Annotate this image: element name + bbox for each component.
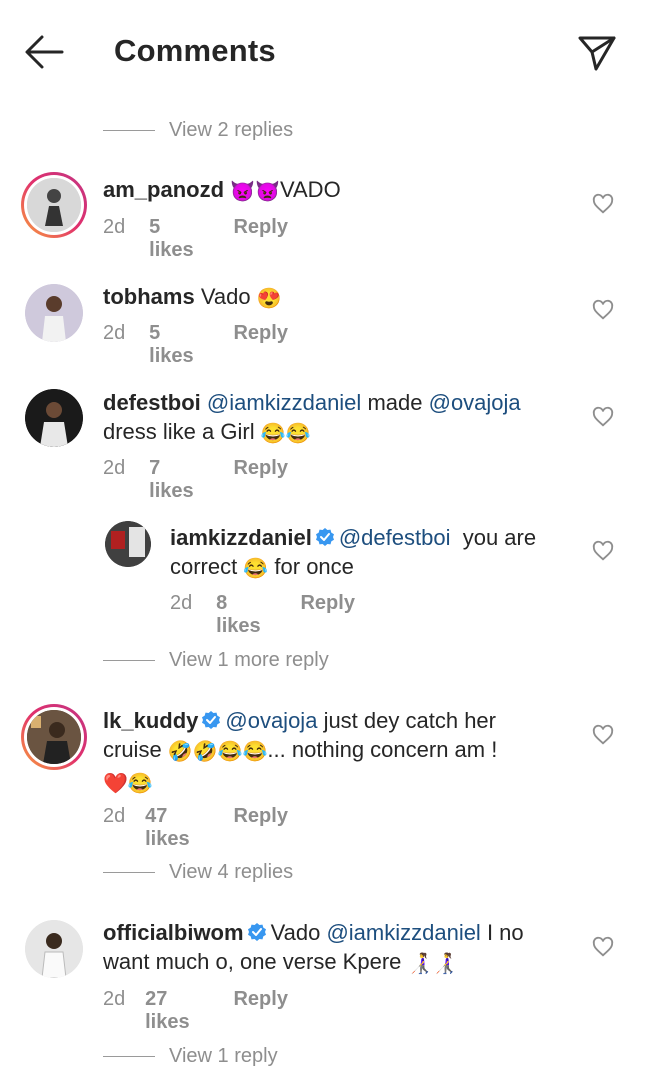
comment-text: defestboi @iamkizzdaniel made @ovajoja d… xyxy=(103,388,578,449)
heart-icon[interactable] xyxy=(592,193,614,215)
comment-meta: 2d 47 likes Reply xyxy=(103,805,288,851)
comment-text: tobhams Vado 😍 xyxy=(103,282,573,314)
comment-emoji: ❤️😂 xyxy=(103,773,153,795)
view-replies-label[interactable]: View 1 reply xyxy=(169,1045,278,1068)
comment-username[interactable]: lk_kuddy xyxy=(103,708,198,733)
comment-meta: 2d 8 likes Reply xyxy=(170,592,355,638)
reply-button[interactable]: Reply xyxy=(233,457,287,503)
divider-line xyxy=(103,1055,155,1057)
comment-emoji: 😂😂 xyxy=(260,423,311,445)
comment-username[interactable]: iamkizzdaniel xyxy=(170,525,312,550)
comment-time: 2d xyxy=(103,457,126,479)
comment-body: Vado xyxy=(270,920,321,945)
comment-emoji: 😂 xyxy=(243,558,269,580)
verified-badge-icon xyxy=(315,525,335,546)
comment-emoji: 👿👿 xyxy=(230,181,280,203)
comment-likes[interactable]: 7 likes xyxy=(149,457,201,503)
view-replies-label[interactable]: View 4 replies xyxy=(169,861,293,884)
comment-text: iamkizzdaniel @defestboi you are correct … xyxy=(170,523,580,584)
view-replies[interactable]: View 1 reply xyxy=(103,1041,278,1071)
comment-emoji: 🤣🤣😂😂 xyxy=(167,741,268,763)
comment-username[interactable]: officialbiwom xyxy=(103,920,244,945)
comment-time: 2d xyxy=(103,216,126,238)
comment-time: 2d xyxy=(170,592,193,614)
comment-meta: 2d 5 likes Reply xyxy=(103,322,288,368)
view-replies[interactable]: View 2 replies xyxy=(103,115,293,145)
comment-body: just dey catch her xyxy=(323,708,496,733)
reply-button[interactable]: Reply xyxy=(233,988,287,1034)
comment-text: am_panozd 👿👿VADO xyxy=(103,175,573,207)
avatar[interactable] xyxy=(21,704,87,770)
comment-body: made xyxy=(367,390,423,415)
view-replies[interactable]: View 4 replies xyxy=(103,857,293,887)
divider-line xyxy=(103,129,155,131)
mention-link[interactable]: @ovajoja xyxy=(429,390,521,415)
mention-link[interactable]: @ovajoja xyxy=(225,708,317,733)
verified-badge-icon xyxy=(247,920,267,941)
comment-meta: 2d 27 likes Reply xyxy=(103,988,288,1034)
comment-time: 2d xyxy=(103,805,126,827)
comment-emoji: 👩‍🦯👩‍🦯 xyxy=(407,953,458,975)
comment-username[interactable]: tobhams xyxy=(103,284,195,309)
comment-body-continued: dress like a Girl xyxy=(103,419,255,444)
comment-body: you are xyxy=(462,525,537,550)
avatar[interactable] xyxy=(25,284,83,342)
heart-icon[interactable] xyxy=(592,406,614,428)
comment-likes[interactable]: 5 likes xyxy=(149,216,201,262)
back-arrow-icon[interactable] xyxy=(22,33,66,73)
comment-body-continued: cruise xyxy=(103,737,162,762)
comment-body-continued: correct xyxy=(170,554,238,579)
comment-body: Vado xyxy=(200,284,251,309)
comment-likes[interactable]: 8 likes xyxy=(216,592,268,638)
reply-button[interactable]: Reply xyxy=(233,322,287,368)
comment-username[interactable]: defestboi xyxy=(103,390,201,415)
heart-icon[interactable] xyxy=(592,724,614,746)
view-replies-label[interactable]: View 2 replies xyxy=(169,119,293,142)
avatar[interactable] xyxy=(105,521,151,567)
comment-body-continued: I no xyxy=(486,920,524,945)
comment-text: officialbiwom Vado @iamkizzdaniel I no wa… xyxy=(103,918,578,979)
comment-body-end: ... nothing concern am ! xyxy=(267,737,498,762)
comment-meta: 2d 5 likes Reply xyxy=(103,216,288,262)
mention-link[interactable]: @iamkizzdaniel xyxy=(326,920,480,945)
view-replies-label[interactable]: View 1 more reply xyxy=(169,649,329,672)
comment-likes[interactable]: 27 likes xyxy=(145,988,201,1034)
divider-line xyxy=(103,871,155,873)
comment-emoji: 😍 xyxy=(256,288,282,310)
reply-button[interactable]: Reply xyxy=(233,805,287,851)
heart-icon[interactable] xyxy=(592,540,614,562)
divider-line xyxy=(103,659,155,661)
avatar[interactable] xyxy=(25,920,83,978)
comment-likes[interactable]: 47 likes xyxy=(145,805,201,851)
page-title: Comments xyxy=(114,33,276,68)
mention-link[interactable]: @iamkizzdaniel xyxy=(207,390,361,415)
comment-likes[interactable]: 5 likes xyxy=(149,322,201,368)
comment-text: lk_kuddy @ovajoja just dey catch her crui… xyxy=(103,706,578,799)
verified-badge-icon xyxy=(201,708,221,729)
comment-body-end: want much o, one verse Kpere xyxy=(103,949,402,974)
header: Comments xyxy=(0,0,647,104)
avatar[interactable] xyxy=(25,389,83,447)
comment-body: VADO xyxy=(279,177,341,202)
comment-meta: 2d 7 likes Reply xyxy=(103,457,288,503)
avatar[interactable] xyxy=(21,172,87,238)
mention-link[interactable]: @defestboi xyxy=(339,525,451,550)
send-icon[interactable] xyxy=(574,30,620,76)
comment-username[interactable]: am_panozd xyxy=(103,177,224,202)
heart-icon[interactable] xyxy=(592,936,614,958)
comment-time: 2d xyxy=(103,988,126,1010)
comment-time: 2d xyxy=(103,322,126,344)
reply-button[interactable]: Reply xyxy=(300,592,354,638)
comment-body-end: for once xyxy=(274,554,354,579)
heart-icon[interactable] xyxy=(592,299,614,321)
view-more-replies[interactable]: View 1 more reply xyxy=(103,645,329,675)
reply-button[interactable]: Reply xyxy=(233,216,287,262)
